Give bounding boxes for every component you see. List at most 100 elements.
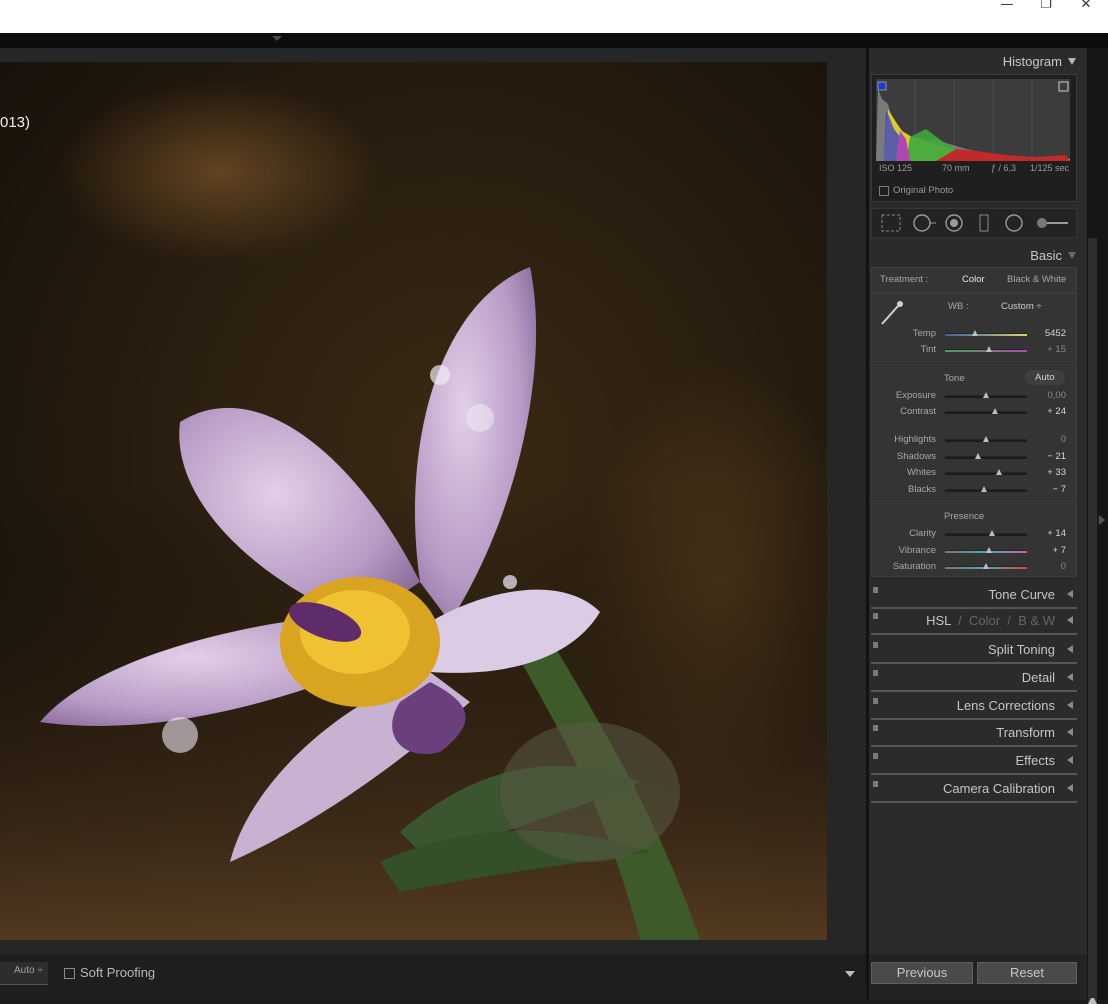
panel-switch-icon[interactable]: [873, 698, 878, 704]
slider-thumb-contrast[interactable]: [992, 408, 999, 414]
expand-triangle-icon[interactable]: [1067, 616, 1073, 624]
radial-filter-icon[interactable]: [1005, 214, 1023, 232]
expand-triangle-icon[interactable]: [1067, 784, 1073, 792]
slider-value-tint[interactable]: + 15: [1026, 344, 1066, 355]
slider-value-highlights[interactable]: 0: [1026, 434, 1066, 445]
panel-label: HSL / Color / B & W: [926, 613, 1055, 628]
slider-track-clarity[interactable]: [945, 533, 1027, 536]
slider-value-whites[interactable]: + 33: [1026, 467, 1066, 478]
slider-label-whites: Whites: [906, 467, 936, 478]
slider-thumb-shadows[interactable]: [974, 452, 981, 459]
color-tab[interactable]: Color: [969, 613, 1000, 628]
panel-switch-icon[interactable]: [873, 587, 878, 593]
panel-label: Effects: [1015, 753, 1055, 768]
panel-effects[interactable]: Effects: [871, 749, 1077, 775]
presence-label: Presence: [944, 511, 985, 522]
panel-switch-icon[interactable]: [873, 642, 878, 648]
minimize-icon[interactable]: —: [992, 0, 1022, 12]
slider-value-exposure[interactable]: 0,00: [1026, 390, 1067, 401]
expand-triangle-icon[interactable]: [1067, 590, 1073, 598]
panel-scrollbar[interactable]: [1087, 48, 1108, 1004]
zoom-auto-label: Auto ÷: [14, 965, 43, 976]
panel-label: Camera Calibration: [943, 781, 1055, 796]
panel-tone-curve[interactable]: Tone Curve: [871, 583, 1077, 609]
original-photo-checkbox[interactable]: [879, 186, 889, 196]
panel-camera-calibration[interactable]: Camera Calibration: [871, 777, 1077, 803]
red-eye-icon[interactable]: [945, 214, 963, 232]
panel-switch-icon[interactable]: [873, 781, 878, 787]
slider-value-shadows[interactable]: − 21: [1026, 451, 1066, 462]
spot-removal-icon[interactable]: [913, 214, 936, 232]
expand-triangle-icon[interactable]: [1067, 673, 1073, 681]
crop-tool-icon[interactable]: [881, 214, 901, 232]
slider-thumb-blacks[interactable]: [980, 485, 987, 492]
right-panel-toggle-icon[interactable]: [1099, 515, 1105, 525]
expand-triangle-icon[interactable]: [1067, 728, 1073, 736]
histogram-header[interactable]: Histogram: [1003, 54, 1076, 69]
expand-triangle-icon[interactable]: [1067, 756, 1073, 764]
soft-proofing-checkbox[interactable]: [64, 968, 75, 979]
panel-label: Lens Corrections: [956, 698, 1055, 713]
previous-button[interactable]: Previous: [871, 962, 973, 984]
slider-thumb-whites[interactable]: [996, 469, 1003, 475]
tone-section: Tone Auto Exposure 0,00 Contrast + 24 Highli…: [871, 364, 1077, 502]
panel-switch-icon[interactable]: [873, 670, 878, 676]
slider-thumb-exposure[interactable]: [983, 392, 989, 398]
basic-collapse-icon[interactable]: [1068, 252, 1076, 259]
restore-icon[interactable]: ❐: [1031, 0, 1061, 12]
graduated-filter-icon[interactable]: [979, 214, 989, 232]
zoom-auto-dropdown[interactable]: Auto ÷: [0, 962, 48, 985]
slider-track-shadows[interactable]: [945, 455, 1027, 459]
panel-detail[interactable]: Detail: [871, 666, 1077, 692]
collapse-triangle-icon[interactable]: [1068, 58, 1076, 65]
treatment-color-option[interactable]: Color: [962, 274, 985, 285]
slider-track-whites[interactable]: [945, 472, 1027, 475]
adjustment-brush-icon[interactable]: [1037, 218, 1068, 228]
panel-switch-icon[interactable]: [873, 725, 878, 731]
panel-label: Split Toning: [988, 642, 1055, 657]
treatment-bw-option[interactable]: Black & White: [1007, 274, 1066, 285]
slider-value-contrast[interactable]: + 24: [1026, 406, 1066, 417]
panel-separator: [871, 801, 1077, 803]
panel-switch-icon[interactable]: [873, 753, 878, 759]
slider-value-blacks[interactable]: − 7: [1026, 484, 1066, 495]
hsl-tab[interactable]: HSL: [926, 613, 951, 628]
histogram-panel: ISO 125 70 mm ƒ / 6,3 1/125 sec Original…: [871, 74, 1077, 202]
slider-thumb-temp[interactable]: [972, 330, 979, 336]
slider-thumb-tint[interactable]: [986, 346, 993, 352]
slider-label-shadows: Shadows: [896, 450, 936, 462]
slider-track-temp[interactable]: [945, 333, 1027, 336]
slider-thumb-highlights[interactable]: [983, 436, 989, 442]
tone-auto-button[interactable]: Auto: [1025, 370, 1065, 385]
slider-value-vibrance[interactable]: + 7: [1026, 545, 1066, 556]
scrollbar-thumb[interactable]: [1088, 238, 1097, 1004]
toolbar-menu-icon[interactable]: [845, 971, 855, 977]
histogram-focal-length: 70 mm: [942, 163, 970, 173]
expand-triangle-icon[interactable]: [1067, 645, 1073, 653]
slider-value-saturation[interactable]: 0: [1026, 561, 1066, 572]
basic-header[interactable]: Basic: [1030, 248, 1076, 263]
reset-button[interactable]: Reset: [977, 962, 1077, 984]
slider-label-blacks: Blacks: [908, 483, 936, 495]
panel-split-toning[interactable]: Split Toning: [871, 638, 1077, 664]
tool-strip: [871, 208, 1077, 238]
wb-dropdown[interactable]: Custom ÷: [1001, 301, 1042, 312]
slider-thumb-clarity[interactable]: [988, 530, 995, 536]
slider-thumb-saturation[interactable]: [983, 563, 989, 569]
panel-switch-icon[interactable]: [873, 613, 878, 619]
panel-hsl[interactable]: HSL / Color / B & W: [871, 609, 1077, 635]
bw-tab[interactable]: B & W: [1018, 613, 1055, 628]
slider-value-clarity[interactable]: + 14: [1026, 528, 1066, 539]
photo-flower[interactable]: [0, 62, 827, 940]
slider-label-clarity: Clarity: [909, 528, 936, 539]
slider-track-contrast[interactable]: [945, 411, 1027, 414]
slider-thumb-vibrance[interactable]: [986, 546, 993, 553]
top-panel-toggle-icon[interactable]: [272, 36, 282, 41]
close-icon[interactable]: ✕: [1071, 0, 1101, 12]
expand-triangle-icon[interactable]: [1067, 701, 1073, 709]
panel-lens-corrections[interactable]: Lens Corrections: [871, 694, 1077, 720]
slider-label-tint: Tint: [920, 344, 936, 355]
wb-eyedropper-icon[interactable]: [878, 298, 908, 328]
slider-value-temp[interactable]: 5452: [1026, 328, 1066, 339]
panel-transform[interactable]: Transform: [871, 721, 1077, 747]
